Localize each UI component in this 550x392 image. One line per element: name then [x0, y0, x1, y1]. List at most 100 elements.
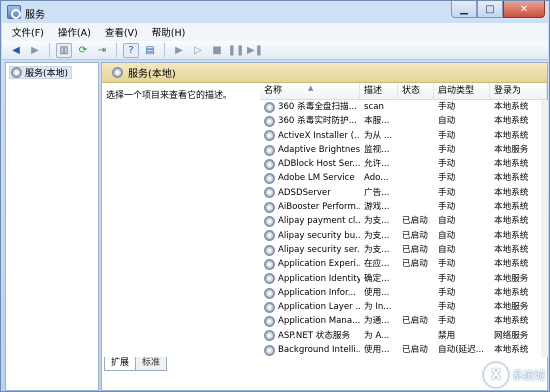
service-logon-as: 网络服务 [494, 330, 529, 341]
start-alt-icon[interactable]: ▷ [190, 43, 206, 58]
service-gear-icon [264, 201, 275, 213]
table-row[interactable]: Application Layer ... 为 In... 手动 本地服务 [260, 300, 547, 314]
table-row[interactable]: Alipay payment cl... 为支... 已启动 自动 本地系统 [260, 214, 547, 228]
table-row[interactable]: Adobe LM Service Ado... 手动 本地系统 [260, 171, 547, 185]
refresh-icon[interactable]: ⟳ [75, 43, 91, 58]
service-logon-as: 本地系统 [494, 130, 529, 141]
service-name: Adaptive Brightness [278, 144, 360, 155]
table-row[interactable]: Background Intelli... 使用... 已启动 自动(延迟... 本地系… [260, 343, 547, 357]
service-gear-icon [264, 115, 275, 127]
close-button[interactable]: ✕ [503, 1, 545, 18]
service-logon-as: 本地系统 [494, 116, 529, 127]
minimize-button[interactable]: ▁ [451, 1, 477, 18]
service-status [402, 129, 434, 143]
table-row[interactable]: Alipay security ser... 为支... 已启动 自动 本地系统 [260, 243, 547, 257]
service-description: 确定... [364, 273, 390, 284]
service-description: 为支... [364, 244, 390, 255]
service-name-cell: Alipay payment cl... [264, 214, 360, 228]
start-icon[interactable]: ▶ [171, 43, 187, 58]
gear-icon [11, 67, 22, 78]
help-icon[interactable]: ? [123, 42, 139, 58]
maximize-button[interactable]: □ [477, 1, 503, 18]
column-name[interactable]: 名称 ▲ [260, 83, 360, 100]
service-status: 已启动 [402, 345, 428, 356]
service-name-cell: 360 杀毒全盘扫描... [264, 100, 360, 114]
table-row[interactable]: 360 杀毒实时防护... 本服... 自动 本地系统 [260, 114, 547, 128]
service-name-cell: ADBlock Host Ser... [264, 157, 360, 171]
service-status [402, 329, 434, 343]
menu-file[interactable]: 文件(F) [12, 25, 44, 39]
service-startup-type: 自动 [438, 244, 456, 255]
description-prompt: 选择一个项目来查看它的描述。 [106, 91, 233, 101]
view-tabs: 扩展 标准 [104, 357, 168, 371]
service-description: 为支... [364, 216, 390, 227]
service-gear-icon [264, 244, 275, 256]
table-row[interactable]: Application Experi... 在应... 已启动 手动 本地系统 [260, 257, 547, 271]
forward-icon[interactable]: ▶ [27, 43, 43, 58]
service-logon-as: 本地服务 [494, 273, 529, 284]
menu-help[interactable]: 帮助(H) [152, 25, 186, 39]
maximize-icon: □ [485, 3, 495, 15]
table-row[interactable]: Adaptive Brightness 监视... 手动 本地服务 [260, 143, 547, 157]
back-icon[interactable]: ◀ [8, 43, 24, 58]
service-name-cell: Application Layer ... [264, 300, 360, 314]
services-app-icon [7, 5, 21, 19]
table-row[interactable]: Application Infor... 使用... 手动 本地系统 [260, 286, 547, 300]
table-row[interactable]: ASP.NET 状态服务 为 A... 禁用 网络服务 [260, 329, 547, 343]
service-name-cell: Adobe LM Service [264, 171, 360, 185]
close-icon: ✕ [519, 3, 529, 15]
table-row[interactable]: Alipay security bu... 为支... 已启动 自动 本地系统 [260, 229, 547, 243]
column-description[interactable]: 描述 [360, 83, 398, 100]
gear-icon [112, 67, 123, 78]
service-logon-as: 本地系统 [494, 216, 529, 227]
details-header: 服务(本地) [102, 63, 547, 83]
service-description: 使用... [364, 287, 390, 298]
show-hide-tree-icon[interactable]: ▥ [56, 42, 72, 58]
service-gear-icon [264, 344, 275, 356]
stop-icon[interactable]: ■ [209, 43, 225, 58]
service-name: Application Identity [278, 273, 360, 284]
service-description: 为通... [364, 316, 390, 327]
toolbar: ◀ ▶ ▥ ⟳ ⇥ ? ▤ ▶ ▷ ■ ❚❚ ▶❚ [2, 41, 548, 60]
service-startup-type: 手动 [438, 144, 456, 155]
export-icon[interactable]: ⇥ [94, 43, 110, 58]
table-row[interactable]: Application Identity 确定... 手动 本地服务 [260, 272, 547, 286]
service-name-cell: Application Mana... [264, 314, 360, 328]
service-name-cell: ADSDServer [264, 186, 360, 200]
table-row[interactable]: AiBooster Perform... 游戏... 手动 本地系统 [260, 200, 547, 214]
service-startup-type: 禁用 [438, 330, 456, 341]
properties-icon[interactable]: ▤ [142, 43, 158, 58]
tab-extended[interactable]: 扩展 [104, 357, 137, 371]
tree-item-services-local[interactable]: 服务(本地) [9, 66, 73, 79]
service-logon-as: 本地系统 [494, 316, 529, 327]
column-name-label: 名称 [264, 86, 283, 96]
restart-icon[interactable]: ▶❚ [247, 43, 263, 58]
tab-standard[interactable]: 标准 [135, 357, 168, 371]
menu-view[interactable]: 查看(V) [105, 25, 138, 39]
column-startup-type[interactable]: 启动类型 [434, 83, 490, 100]
column-status[interactable]: 状态 [398, 83, 434, 100]
service-gear-icon [264, 173, 275, 185]
column-logon-as[interactable]: 登录为 [490, 83, 547, 100]
service-name-cell: Adaptive Brightness [264, 143, 360, 157]
vertical-scrollbar[interactable] [541, 100, 548, 357]
service-name-cell: Application Infor... [264, 286, 360, 300]
menu-action[interactable]: 操作(A) [58, 25, 91, 39]
service-startup-type: 自动 [438, 230, 456, 241]
service-startup-type: 自动 [438, 116, 456, 127]
table-row[interactable]: ADBlock Host Ser... 允许... 手动 本地系统 [260, 157, 547, 171]
service-status: 已启动 [402, 216, 428, 227]
title-bar[interactable]: 服务 ▁ □ ✕ [1, 1, 549, 23]
table-row[interactable]: ActiveX Installer (... 为从 ... 手动 本地系统 [260, 129, 547, 143]
table-row[interactable]: ADSDServer 广告... 手动 本地系统 [260, 186, 547, 200]
service-name-cell: ASP.NET 状态服务 [264, 329, 360, 343]
service-startup-type: 手动 [438, 202, 456, 213]
table-row[interactable]: 360 杀毒全盘扫描... scan 手动 本地系统 [260, 100, 547, 114]
pause-icon[interactable]: ❚❚ [228, 43, 245, 58]
table-rows: 360 杀毒全盘扫描... scan 手动 本地系统 360 杀毒实时防护... 本服..… [260, 100, 547, 357]
table-row[interactable]: Application Mana... 为通... 已启动 手动 本地系统 [260, 314, 547, 328]
service-startup-type: 手动 [438, 302, 456, 313]
service-name: Alipay security bu... [278, 230, 360, 241]
service-logon-as: 本地系统 [494, 102, 529, 112]
service-status [402, 272, 434, 286]
